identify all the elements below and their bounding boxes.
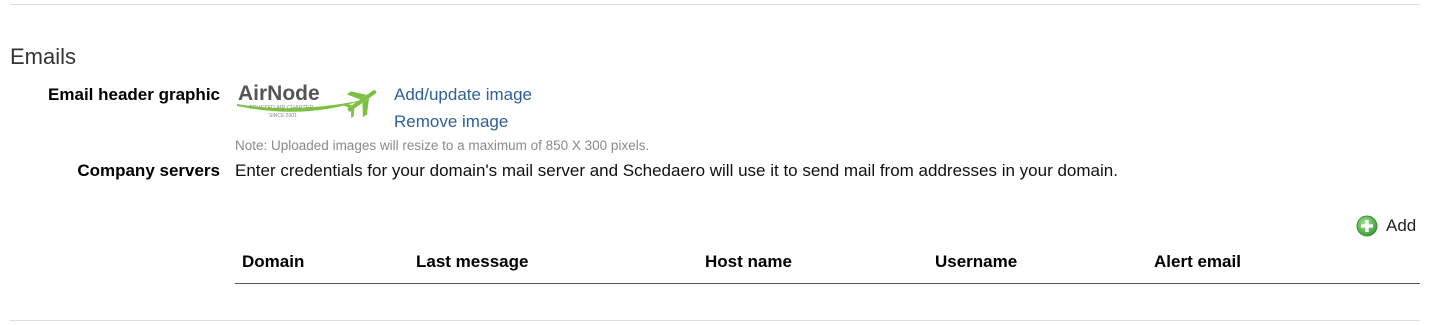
bottom-divider [10, 320, 1420, 321]
column-header-domain[interactable]: Domain [242, 252, 304, 272]
servers-table-header: Domain Last message Host name Username A… [235, 252, 1420, 284]
remove-image-link[interactable]: Remove image [394, 112, 508, 132]
plus-circle-icon [1356, 215, 1378, 237]
company-servers-description: Enter credentials for your domain's mail… [235, 161, 1118, 180]
top-divider [10, 4, 1420, 5]
airnode-logo-image: AirNode TRUSTED AIR CHARTER SINCE 2001 [237, 82, 377, 119]
section-title: Emails [10, 44, 77, 69]
email-header-graphic-label: Email header graphic [48, 85, 220, 104]
add-label: Add [1386, 216, 1417, 235]
add-server-button[interactable]: Add [1356, 215, 1416, 237]
column-header-host-name[interactable]: Host name [705, 252, 792, 272]
airplane-icon [342, 90, 377, 119]
logo-since: SINCE 2001 [269, 113, 297, 119]
company-servers-label: Company servers [77, 161, 220, 180]
add-update-image-link[interactable]: Add/update image [394, 85, 532, 105]
column-header-username[interactable]: Username [935, 252, 1017, 272]
logo-name: AirNode [238, 82, 320, 105]
column-header-last-message[interactable]: Last message [416, 252, 528, 272]
column-header-alert-email[interactable]: Alert email [1154, 252, 1241, 272]
upload-size-note: Note: Uploaded images will resize to a m… [235, 138, 650, 153]
